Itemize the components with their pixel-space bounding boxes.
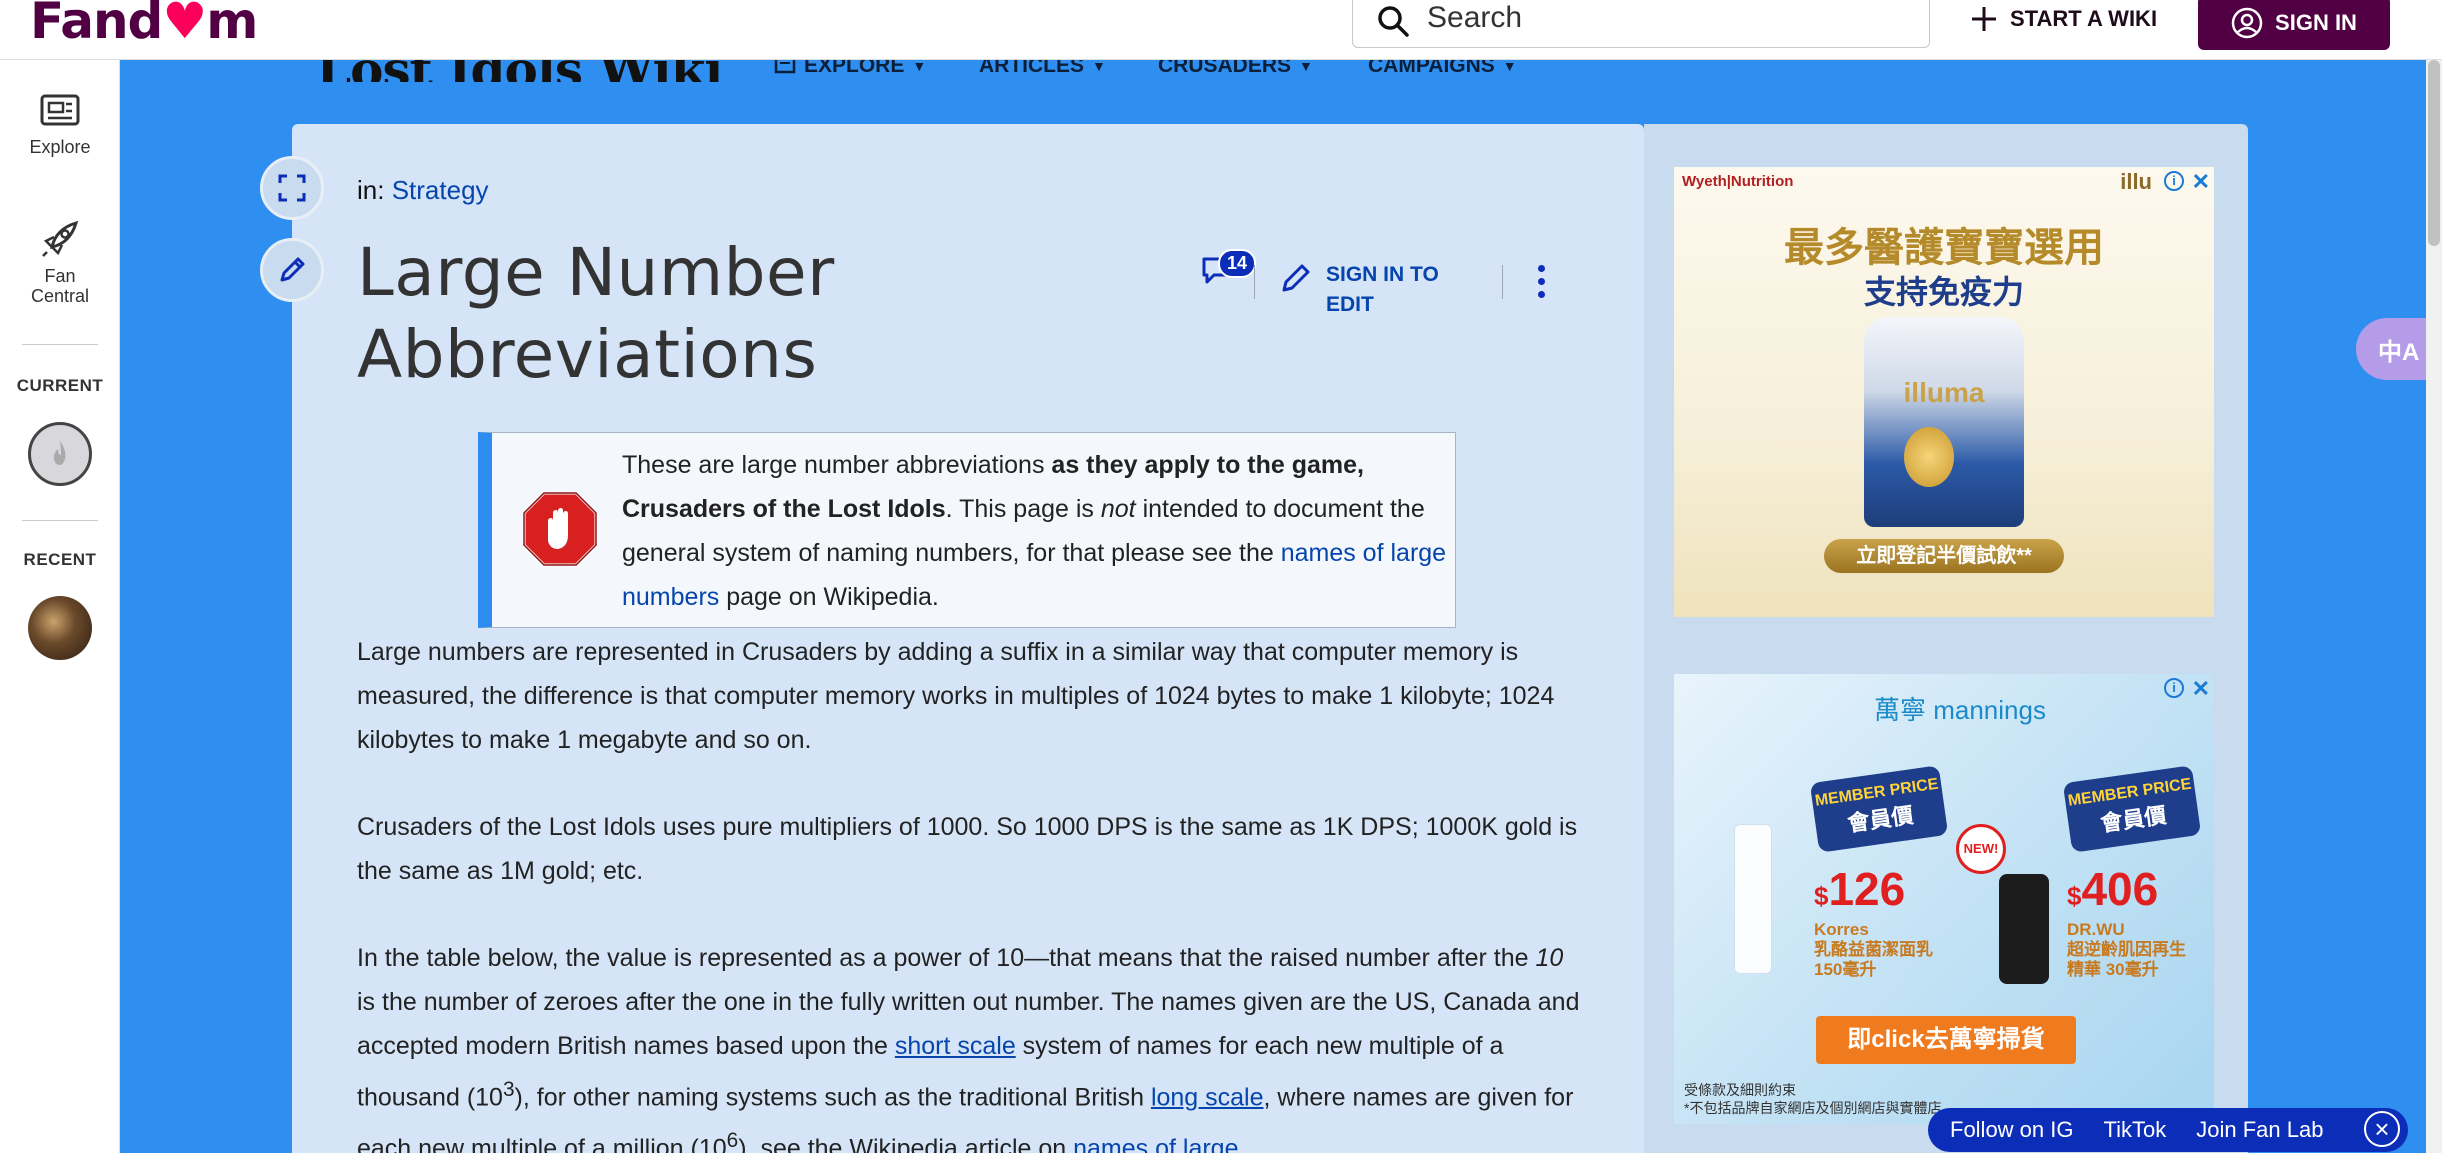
rail-fan-central[interactable]: Fan Central (0, 217, 120, 306)
search-input[interactable]: Search (1352, 0, 1930, 48)
ad1-headline: 最多醫護寶寶選用 (1784, 226, 2104, 270)
explore-label: Explore (29, 137, 91, 157)
ad2-product-1-image (1734, 824, 1772, 974)
page-title: Large Number Abbreviations (357, 234, 835, 393)
ad2-price-2: 406 (2081, 863, 2159, 915)
follow-ig-link[interactable]: Follow on IG (1950, 1117, 2074, 1143)
ad2-fineprint-2: *不包括品牌自家網店及個別網店與實體店 (1684, 1100, 1942, 1116)
ad1-brand: Wyeth|Nutrition (1682, 173, 1794, 190)
flame-icon (53, 441, 66, 465)
short-scale-link[interactable]: short scale (895, 1032, 1016, 1060)
scrollbar-thumb[interactable] (2428, 60, 2440, 246)
ad2-badge-1: MEMBER PRICE 會員價 (1809, 765, 1949, 853)
sign-in-to-edit-button[interactable]: SIGN IN TO EDIT (1278, 260, 1466, 320)
close-icon[interactable]: × (2364, 1111, 2400, 1147)
names-of-large-link[interactable]: names of large (1073, 1135, 1238, 1153)
chevron-down-icon: ▼ (1502, 58, 1517, 74)
ad1-product-name: illuma (1903, 377, 1985, 408)
advertisement-2[interactable]: 萬寧 mannings i ✕ MEMBER PRICE 會員價 MEMBER … (1674, 674, 2214, 1124)
divider (1254, 265, 1255, 299)
fan-central-label-1: Fan (44, 266, 76, 286)
top-bar: Fand♥m Search START A WIKI SIGN IN (0, 0, 2442, 60)
sign-in-label: SIGN IN (2275, 10, 2357, 35)
advertisement-1[interactable]: Wyeth|Nutrition illu i ✕ 最多醫護寶寶選用 支持免疫力 … (1674, 167, 2214, 617)
paragraph-2: Crusaders of the Lost Idols uses pure mu… (357, 813, 1578, 885)
ad2-brand: 萬寧 mannings (1874, 695, 2046, 725)
comments-button[interactable]: 14 (1200, 249, 1257, 292)
explore-icon (40, 94, 80, 126)
rail-divider-2 (22, 520, 98, 521)
fan-central-label-2: Central (30, 286, 90, 306)
ad1-drop-icon (1904, 427, 1954, 487)
breadcrumb: in: Strategy (357, 175, 489, 206)
ad2-badge-2: MEMBER PRICE 會員價 (2062, 765, 2202, 853)
notice-text: These are large number abbreviations as … (622, 451, 1447, 611)
ad2-fineprint-1: 受條款及細則約束 (1684, 1082, 1796, 1098)
ad2-price-1: 126 (1828, 863, 1906, 915)
ad2-cta-button[interactable]: 即click去萬寧掃貨 (1816, 1016, 2076, 1064)
ad1-product-image: illuma (1864, 317, 2024, 527)
current-heading: CURRENT (16, 376, 104, 395)
ad2-product-2-desc: DR.WU 超逆齡肌因再生 精華 30毫升 (2067, 920, 2186, 979)
pencil-icon (1282, 264, 1310, 292)
search-icon (1378, 6, 1409, 37)
sign-in-button[interactable]: SIGN IN (2198, 0, 2390, 50)
rail-divider (22, 344, 98, 345)
paragraph-3: In the table below, the value is represe… (357, 936, 1587, 1153)
start-a-wiki-label: START A WIKI (2010, 6, 2158, 31)
ad1-cta-button[interactable]: 立即登記半價試飲** (1824, 539, 2064, 573)
logo-text: Fand (30, 0, 163, 50)
breadcrumb-prefix: in: (357, 175, 385, 205)
sign-in-to-edit-label: SIGN IN TO EDIT (1326, 263, 1439, 316)
paragraph-1: Large numbers are represented in Crusade… (357, 638, 1555, 754)
ad-info-icon[interactable]: i (2164, 171, 2184, 191)
notice-box: These are large number abbreviations as … (478, 432, 1456, 628)
start-a-wiki-button[interactable]: START A WIKI (1970, 0, 2157, 38)
join-fan-lab-link[interactable]: Join Fan Lab (2196, 1117, 2323, 1143)
chevron-down-icon: ▼ (1299, 58, 1313, 74)
rocket-icon (42, 220, 79, 257)
ad-close-icon[interactable]: ✕ (2192, 676, 2210, 702)
recent-wiki-avatar[interactable] (28, 596, 92, 660)
tiktok-link[interactable]: TikTok (2104, 1117, 2167, 1143)
plus-icon (1972, 7, 1996, 31)
follow-bar: Follow on IG TikTok Join Fan Lab (1928, 1108, 2408, 1152)
ad2-new-badge: NEW! (1956, 824, 2006, 874)
ad1-brand2: illu (2120, 169, 2152, 194)
chevron-down-icon: ▼ (1092, 58, 1106, 74)
search-placeholder: Search (1427, 1, 1523, 34)
ad-info-icon[interactable]: i (2164, 678, 2184, 698)
fullscreen-button[interactable] (260, 156, 324, 220)
pencil-icon (280, 257, 305, 282)
breadcrumb-category-link[interactable]: Strategy (392, 175, 489, 205)
rail-explore[interactable]: Explore (0, 92, 120, 157)
left-rail: Explore Fan Central CURRENT RECENT (0, 60, 120, 1153)
long-scale-link[interactable]: long scale (1151, 1083, 1264, 1111)
edit-float-button[interactable] (260, 238, 324, 302)
more-options-button[interactable] (1532, 262, 1550, 302)
logo-heart-icon: ♥ (162, 0, 207, 50)
ad1-subheadline: 支持免疫力 (1863, 274, 2024, 310)
recent-heading: RECENT (23, 550, 97, 569)
comment-count-badge: 14 (1218, 249, 1257, 278)
divider (1502, 265, 1503, 299)
current-wiki-avatar[interactable] (28, 422, 92, 486)
logo-text-end: m (206, 0, 258, 50)
user-icon (2231, 7, 2263, 39)
ad-close-icon[interactable]: ✕ (2192, 169, 2210, 195)
fandom-logo[interactable]: Fand♥m (30, 0, 258, 50)
ad2-product-2-image (1999, 874, 2049, 984)
ad2-product-1-desc: Korres 乳酪益菌潔面乳 150毫升 (1814, 920, 1933, 979)
chevron-down-icon: ▼ (912, 58, 927, 74)
stop-hand-icon (522, 491, 598, 567)
expand-icon (278, 174, 306, 202)
